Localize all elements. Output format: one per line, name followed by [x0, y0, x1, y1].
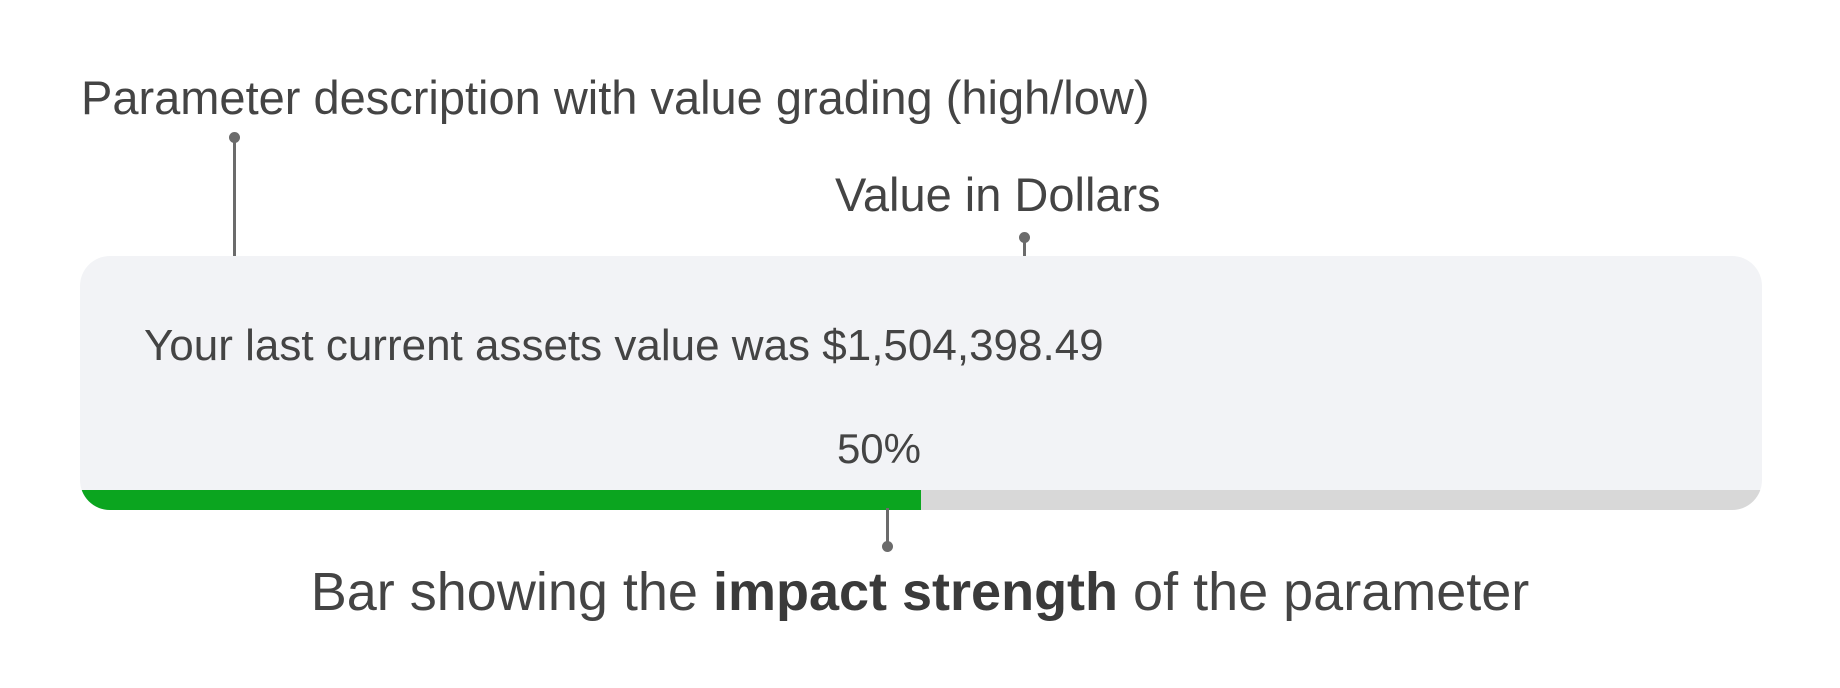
impact-bar-fill [80, 490, 921, 510]
value-in-dollars-annotation: Value in Dollars [835, 168, 1161, 221]
parameter-sentence-prefix: Your last current assets value was [144, 321, 823, 370]
parameter-card: Your last current assets value was $1,50… [80, 256, 1762, 510]
bar-leader-dot [882, 541, 893, 552]
bar-caption-suffix: of the parameter [1118, 562, 1530, 622]
bar-leader-line [886, 508, 889, 545]
parameter-description-annotation: Parameter description with value grading… [81, 71, 1150, 124]
parameter-sentence: Your last current assets value was $1,50… [144, 324, 1104, 368]
bar-caption-annotation: Bar showing the impact strength of the p… [0, 565, 1840, 619]
parameter-value: $1,504,398.49 [822, 321, 1104, 370]
bar-caption-bold: impact strength [712, 562, 1119, 622]
impact-percent-label: 50% [836, 425, 921, 472]
impact-bar-track [80, 490, 1762, 510]
bar-caption-prefix: Bar showing the [310, 562, 713, 622]
